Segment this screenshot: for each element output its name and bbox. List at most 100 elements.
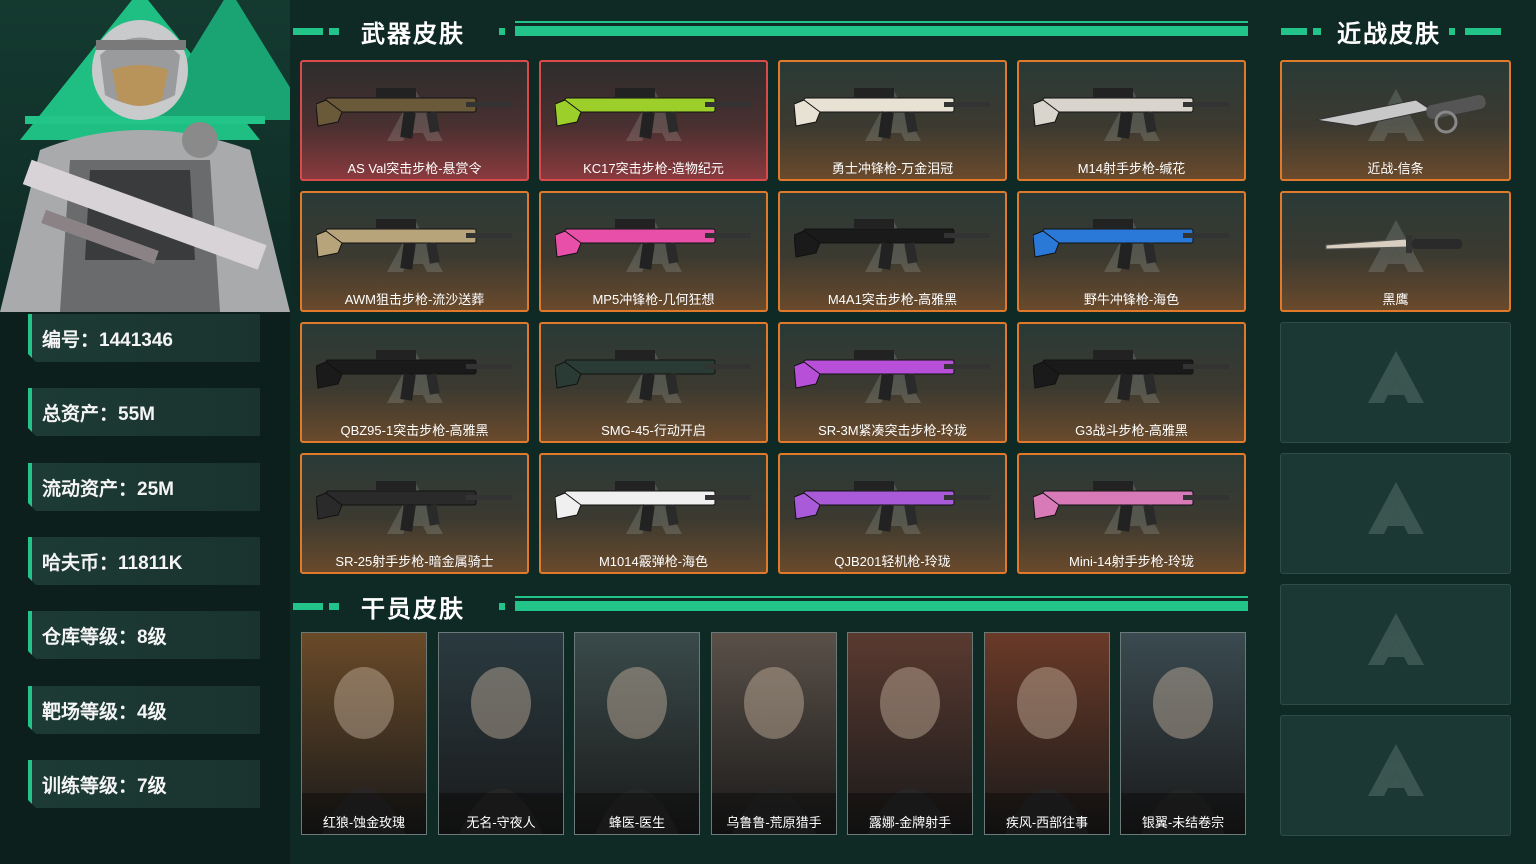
weapon-skin-card[interactable]: SR-25射手步枪-暗金属骑士 — [300, 453, 529, 574]
empty-melee-slot — [1280, 584, 1511, 705]
weapon-skin-card[interactable]: AS Val突击步枪-悬赏令 — [300, 60, 529, 181]
header-dash — [1465, 27, 1501, 35]
weapon-image — [316, 481, 512, 532]
weapon-skin-label: SMG-45-行动开启 — [601, 423, 706, 438]
weapon-image — [1033, 350, 1229, 401]
weapon-skin-card[interactable]: 勇士冲锋枪-万金泪冠 — [778, 60, 1007, 181]
weapon-skin-card[interactable]: Mini-14射手步枪-玲珑 — [1017, 453, 1246, 574]
weapon-skin-card[interactable]: 野牛冲锋枪-海色 — [1017, 191, 1246, 312]
operator-portrait — [575, 667, 699, 834]
weapon-skin-label: AWM狙击步枪-流沙送葬 — [344, 292, 485, 307]
weapon-skin-card[interactable]: M4A1突击步枪-高雅黑 — [778, 191, 1007, 312]
stat-total-assets-text: 总资产：55M — [42, 403, 155, 425]
operator-skin-label: 银翼-未结卷宗 — [1141, 815, 1225, 830]
weapon-skin-label: M14射手步枪-缄花 — [1077, 161, 1186, 176]
empty-melee-slot — [1280, 322, 1511, 443]
header-dash — [1449, 27, 1455, 35]
logo-watermark-icon — [1367, 612, 1424, 665]
stat-haf-coin: 哈夫币：11811K — [28, 537, 260, 585]
weapon-skin-label: AS Val突击步枪-悬赏令 — [347, 161, 482, 176]
weapon-skin-label: 勇士冲锋枪-万金泪冠 — [831, 161, 954, 176]
melee-section-title: 近战皮肤 — [1337, 20, 1441, 48]
weapon-image — [555, 88, 751, 139]
weapon-image — [555, 350, 751, 401]
melee-skin-card[interactable]: 黑鹰 — [1280, 191, 1511, 312]
header-dash — [329, 27, 339, 35]
operator-hero-image — [0, 0, 290, 312]
stat-liquid-assets-text: 流动资产：25M — [42, 478, 174, 500]
profile-panel: 编号：1441346 总资产：55M 流动资产：25M 哈夫币：11811K 仓… — [0, 0, 290, 864]
weapon-skin-label: QJB201轻机枪-玲珑 — [834, 554, 951, 569]
weapon-skin-card[interactable]: QJB201轻机枪-玲珑 — [778, 453, 1007, 574]
melee-skin-label: 黑鹰 — [1382, 292, 1409, 307]
header-dash — [499, 602, 505, 610]
weapon-image — [794, 481, 990, 532]
weapon-skin-card[interactable]: MP5冲锋枪-几何狂想 — [539, 191, 768, 312]
weapons-section-title: 武器皮肤 — [361, 20, 465, 48]
weapon-skin-card[interactable]: M14射手步枪-缄花 — [1017, 60, 1246, 181]
weapon-skin-label: M1014霰弹枪-海色 — [598, 554, 709, 569]
melee-section-header: 近战皮肤 — [1281, 16, 1511, 48]
weapon-image — [316, 350, 512, 401]
operator-portrait — [302, 667, 426, 834]
weapon-skin-card[interactable]: QBZ95-1突击步枪-高雅黑 — [300, 322, 529, 443]
knife-image — [1315, 95, 1486, 134]
weapon-image — [1033, 481, 1229, 532]
operator-skin-label: 无名-守夜人 — [466, 815, 536, 830]
stat-range-level: 靶场等级：4级 — [28, 686, 260, 734]
weapon-skin-card[interactable]: KC17突击步枪-造物纪元 — [539, 60, 768, 181]
operator-skin-card[interactable]: 露娜-金牌射手 — [847, 632, 973, 835]
operator-portrait — [848, 667, 972, 834]
weapon-skin-card[interactable]: M1014霰弹枪-海色 — [539, 453, 768, 574]
weapon-skin-label: QBZ95-1突击步枪-高雅黑 — [340, 423, 489, 438]
weapon-image — [1033, 219, 1229, 270]
weapon-image — [555, 219, 751, 270]
operator-skin-card[interactable]: 蜂医-医生 — [574, 632, 700, 835]
weapon-image — [316, 88, 512, 139]
operator-skin-card[interactable]: 红狼-蚀金玫瑰 — [301, 632, 427, 835]
operator-portrait — [712, 667, 836, 834]
weapon-image — [316, 219, 512, 270]
operator-skin-card[interactable]: 无名-守夜人 — [438, 632, 564, 835]
stat-haf-coin-text: 哈夫币：11811K — [42, 552, 183, 574]
melee-skin-card[interactable]: 近战-信条 — [1280, 60, 1511, 181]
operator-skin-label: 疾风-西部往事 — [1005, 815, 1089, 830]
stat-total-assets: 总资产：55M — [28, 388, 260, 436]
weapon-skin-card[interactable]: AWM狙击步枪-流沙送葬 — [300, 191, 529, 312]
weapon-skin-card[interactable]: G3战斗步枪-高雅黑 — [1017, 322, 1246, 443]
weapon-skin-label: SR-3M紧凑突击步枪-玲珑 — [818, 423, 967, 438]
operator-skin-label: 蜂医-医生 — [608, 815, 666, 830]
weapon-image — [794, 88, 990, 139]
weapon-skin-label: MP5冲锋枪-几何狂想 — [592, 292, 715, 307]
operator-skin-card[interactable]: 银翼-未结卷宗 — [1120, 632, 1246, 835]
weapon-image — [794, 219, 990, 270]
operators-section-title: 干员皮肤 — [361, 595, 465, 623]
operator-skin-label: 乌鲁鲁-荒原猎手 — [726, 815, 822, 830]
operator-skin-card[interactable]: 乌鲁鲁-荒原猎手 — [711, 632, 837, 835]
stat-warehouse-level: 仓库等级：8级 — [28, 611, 260, 659]
header-dash — [329, 602, 339, 610]
weapon-skin-label: G3战斗步枪-高雅黑 — [1075, 423, 1188, 438]
weapons-section-header: 武器皮肤 — [293, 16, 1248, 48]
header-dash — [1313, 27, 1321, 35]
operator-skin-card[interactable]: 疾风-西部往事 — [984, 632, 1110, 835]
stat-training-level: 训练等级：7级 — [28, 760, 260, 808]
weapon-skin-label: Mini-14射手步枪-玲珑 — [1069, 554, 1194, 569]
header-dash — [293, 602, 323, 610]
weapon-skin-card[interactable]: SR-3M紧凑突击步枪-玲珑 — [778, 322, 1007, 443]
empty-melee-slot — [1280, 453, 1511, 574]
header-bar — [515, 596, 1248, 611]
weapon-skin-label: SR-25射手步枪-暗金属骑士 — [335, 554, 494, 569]
stat-id-text: 编号：1441346 — [42, 329, 173, 351]
weapon-skin-card[interactable]: SMG-45-行动开启 — [539, 322, 768, 443]
stat-id: 编号：1441346 — [28, 314, 260, 362]
operator-skin-label: 露娜-金牌射手 — [868, 815, 952, 830]
operator-portrait — [439, 667, 563, 834]
header-dash — [1281, 27, 1307, 35]
header-dash — [293, 27, 323, 35]
operator-portrait — [1121, 667, 1245, 834]
weapon-skin-label: M4A1突击步枪-高雅黑 — [827, 292, 958, 307]
logo-watermark-icon — [1367, 350, 1424, 403]
stat-range-level-text: 靶场等级：4级 — [42, 701, 167, 723]
weapon-image — [1033, 88, 1229, 139]
